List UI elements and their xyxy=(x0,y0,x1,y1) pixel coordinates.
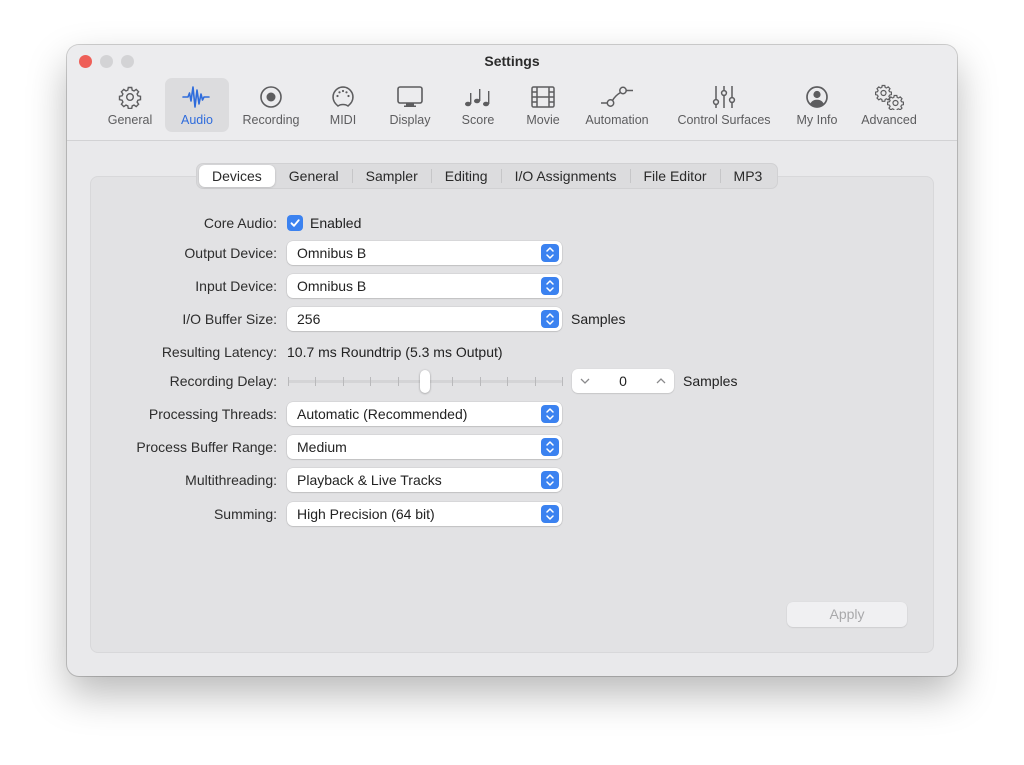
popup-chevrons-icon xyxy=(541,471,559,489)
core-audio-row: Core Audio: Enabled xyxy=(67,211,957,235)
output-device-label: Output Device: xyxy=(184,245,277,261)
toolbar-item-midi[interactable]: MIDI xyxy=(318,78,368,132)
toolbar-item-automation[interactable]: Automation xyxy=(579,78,655,132)
tab-general[interactable]: General xyxy=(276,165,352,187)
tab-mp3[interactable]: MP3 xyxy=(721,165,776,187)
processing-threads-label: Processing Threads: xyxy=(148,406,277,422)
person-circle-icon xyxy=(805,82,829,112)
input-device-popup[interactable]: Omnibus B xyxy=(287,274,562,298)
multithreading-label: Multithreading: xyxy=(185,472,277,488)
resulting-latency-label: Resulting Latency: xyxy=(161,344,277,360)
tab-sampler[interactable]: Sampler xyxy=(353,165,431,187)
popup-chevrons-icon xyxy=(541,505,559,523)
processing-threads-row: Processing Threads: Automatic (Recommend… xyxy=(67,402,957,426)
slider-tick xyxy=(397,377,399,386)
toolbar-item-control-surfaces[interactable]: Control Surfaces xyxy=(670,78,778,132)
waveform-icon xyxy=(182,82,212,112)
core-audio-checkbox-group[interactable]: Enabled xyxy=(287,215,361,231)
toolbar-item-advanced[interactable]: Advanced xyxy=(855,78,923,132)
settings-window: Settings General Audio Recording MIDI Di… xyxy=(67,45,957,676)
gears-icon xyxy=(873,82,905,112)
process-buffer-range-value: Medium xyxy=(297,439,347,455)
title-bar: Settings General Audio Recording MIDI Di… xyxy=(67,45,957,141)
toolbar-item-my-info[interactable]: My Info xyxy=(791,78,843,132)
slider-tick xyxy=(370,377,372,386)
output-device-popup[interactable]: Omnibus B xyxy=(287,241,562,265)
popup-chevrons-icon xyxy=(541,405,559,423)
io-buffer-size-popup[interactable]: 256 xyxy=(287,307,562,331)
recording-delay-label: Recording Delay: xyxy=(169,373,277,389)
popup-chevrons-icon xyxy=(541,244,559,262)
multithreading-popup[interactable]: Playback & Live Tracks xyxy=(287,468,562,492)
input-device-value: Omnibus B xyxy=(297,278,367,294)
slider-knob[interactable] xyxy=(420,370,430,393)
summing-label: Summing: xyxy=(213,506,277,522)
popup-chevrons-icon xyxy=(541,438,559,456)
summing-popup[interactable]: High Precision (64 bit) xyxy=(287,502,562,526)
slider-tick xyxy=(342,377,344,386)
sliders-icon xyxy=(712,82,736,112)
recording-delay-value[interactable]: 0 xyxy=(619,373,627,389)
io-buffer-size-value: 256 xyxy=(297,311,321,327)
summing-row: Summing: High Precision (64 bit) xyxy=(67,502,957,526)
checkmark-icon xyxy=(290,219,300,227)
recording-delay-row: Recording Delay: 0 Samples xyxy=(67,369,957,393)
monitor-icon xyxy=(396,82,424,112)
apply-button[interactable]: Apply xyxy=(787,602,907,627)
input-device-row: Input Device: Omnibus B xyxy=(67,274,957,298)
slider-tick xyxy=(288,377,289,386)
slider-tick xyxy=(452,377,454,386)
slider-tick xyxy=(479,377,481,386)
multithreading-value: Playback & Live Tracks xyxy=(297,472,442,488)
recording-delay-unit: Samples xyxy=(683,373,738,389)
recording-delay-slider[interactable] xyxy=(287,369,563,393)
audio-tab-bar: Devices General Sampler Editing I/O Assi… xyxy=(196,163,779,189)
record-icon xyxy=(259,82,283,112)
process-buffer-range-row: Process Buffer Range: Medium xyxy=(67,435,957,459)
input-device-label: Input Device: xyxy=(195,278,277,294)
toolbar-item-movie[interactable]: Movie xyxy=(518,78,568,132)
core-audio-label: Core Audio: xyxy=(203,215,277,231)
tab-file-editor[interactable]: File Editor xyxy=(631,165,720,187)
toolbar-item-audio[interactable]: Audio xyxy=(165,78,229,132)
output-device-row: Output Device: Omnibus B xyxy=(67,241,957,265)
tab-devices[interactable]: Devices xyxy=(199,165,275,187)
tab-editing[interactable]: Editing xyxy=(432,165,501,187)
resulting-latency-value: 10.7 ms Roundtrip (5.3 ms Output) xyxy=(287,344,503,360)
slider-tick xyxy=(315,377,317,386)
io-buffer-size-label: I/O Buffer Size: xyxy=(182,311,277,327)
toolbar-item-score[interactable]: Score xyxy=(453,78,503,132)
recording-delay-stepper[interactable]: 0 xyxy=(572,369,674,393)
core-audio-checkbox[interactable] xyxy=(287,215,303,231)
toolbar-item-general[interactable]: General xyxy=(98,78,162,132)
multithreading-row: Multithreading: Playback & Live Tracks xyxy=(67,468,957,492)
process-buffer-range-popup[interactable]: Medium xyxy=(287,435,562,459)
popup-chevrons-icon xyxy=(541,310,559,328)
processing-threads-value: Automatic (Recommended) xyxy=(297,406,468,422)
summing-value: High Precision (64 bit) xyxy=(297,506,435,522)
resulting-latency-row: Resulting Latency: 10.7 ms Roundtrip (5.… xyxy=(67,340,957,364)
gear-icon xyxy=(118,82,142,112)
music-notes-icon xyxy=(464,82,492,112)
processing-threads-popup[interactable]: Automatic (Recommended) xyxy=(287,402,562,426)
chevron-down-icon[interactable] xyxy=(579,375,591,387)
chevron-up-icon[interactable] xyxy=(655,375,667,387)
slider-tick xyxy=(562,377,563,386)
automation-curve-icon xyxy=(600,82,634,112)
tab-io-assignments[interactable]: I/O Assignments xyxy=(502,165,630,187)
toolbar-item-display[interactable]: Display xyxy=(381,78,439,132)
window-title: Settings xyxy=(484,53,540,69)
io-buffer-size-unit: Samples xyxy=(571,311,626,327)
toolbar-item-recording[interactable]: Recording xyxy=(234,78,308,132)
popup-chevrons-icon xyxy=(541,277,559,295)
io-buffer-size-row: I/O Buffer Size: 256 Samples xyxy=(67,307,957,331)
slider-tick xyxy=(507,377,509,386)
film-icon xyxy=(530,82,556,112)
process-buffer-range-label: Process Buffer Range: xyxy=(136,439,277,455)
output-device-value: Omnibus B xyxy=(297,245,367,261)
midi-port-icon xyxy=(331,82,355,112)
slider-tick xyxy=(534,377,536,386)
core-audio-enabled-label: Enabled xyxy=(310,215,362,231)
